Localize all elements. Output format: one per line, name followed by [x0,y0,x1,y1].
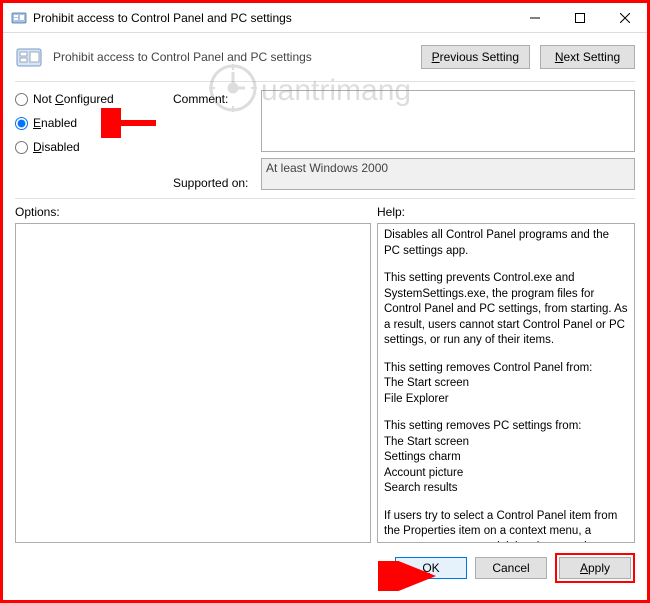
help-p3: This setting removes Control Panel from:… [384,361,628,408]
ok-button[interactable]: OK [395,557,467,579]
help-p2: This setting prevents Control.exe and Sy… [384,271,628,349]
close-button[interactable] [602,3,647,32]
options-pane [15,223,371,543]
comment-input[interactable] [261,90,635,152]
policy-title: Prohibit access to Control Panel and PC … [53,50,411,64]
policy-header: Prohibit access to Control Panel and PC … [3,33,647,81]
apply-button[interactable]: Apply [559,557,631,579]
radio-enabled[interactable]: Enabled [15,116,165,130]
next-setting-button[interactable]: Next Setting [540,45,635,69]
radio-not-configured[interactable]: Not Configured [15,92,165,106]
help-p4: This setting removes PC settings from: T… [384,419,628,497]
policy-icon [15,43,43,71]
options-label: Options: [15,205,377,219]
help-pane[interactable]: Disables all Control Panel programs and … [377,223,635,543]
comment-label: Comment: [173,92,253,148]
help-p1: Disables all Control Panel programs and … [384,228,628,259]
maximize-button[interactable] [557,3,602,32]
supported-on-label: Supported on: [173,176,253,190]
help-p5: If users try to select a Control Panel i… [384,509,628,543]
cancel-button[interactable]: Cancel [475,557,547,579]
help-label: Help: [377,205,405,219]
supported-on-box[interactable]: At least Windows 2000 [261,158,635,190]
titlebar: Prohibit access to Control Panel and PC … [3,3,647,33]
config-area: Not Configured Enabled Disabled Comment:… [3,82,647,194]
dialog-footer: OK Cancel Apply [3,543,647,593]
policy-app-icon [11,10,27,26]
previous-setting-button[interactable]: Previous Setting [421,45,530,69]
window-title: Prohibit access to Control Panel and PC … [33,11,512,25]
radio-disabled[interactable]: Disabled [15,140,165,154]
minimize-button[interactable] [512,3,557,32]
